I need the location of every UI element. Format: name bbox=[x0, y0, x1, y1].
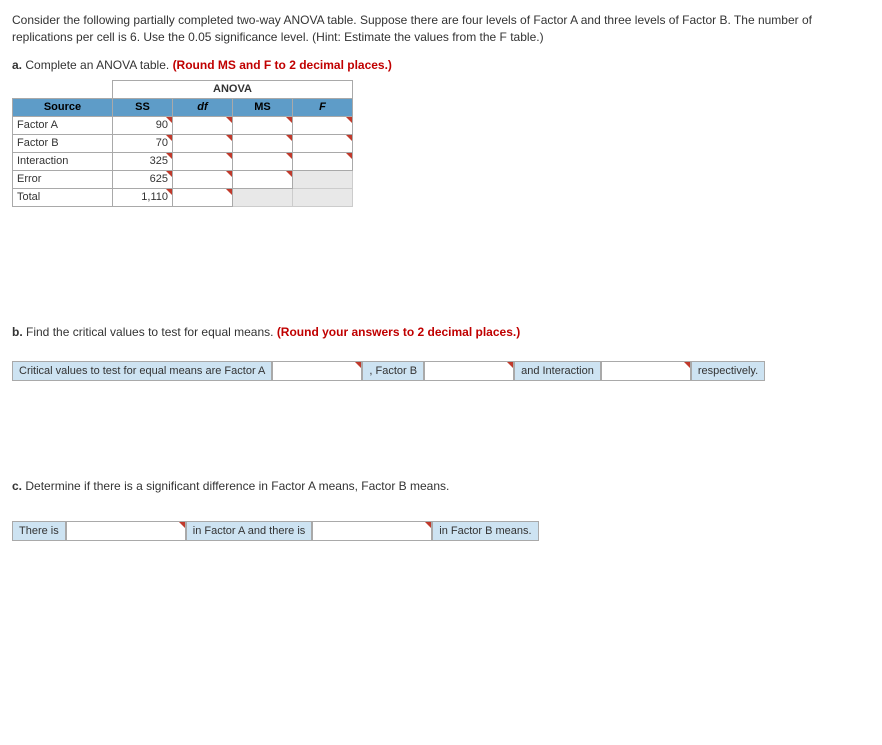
sig-factor-b-input[interactable] bbox=[312, 521, 432, 541]
ss-input[interactable]: 90 bbox=[113, 116, 173, 134]
crit-factor-a-input[interactable] bbox=[272, 361, 362, 381]
table-row: Total 1,110 bbox=[13, 188, 353, 206]
f-input[interactable] bbox=[293, 134, 353, 152]
problem-intro: Consider the following partially complet… bbox=[12, 12, 870, 46]
df-input[interactable] bbox=[173, 188, 233, 206]
col-ms: MS bbox=[233, 98, 293, 116]
part-a-label: a. Complete an ANOVA table. (Round MS an… bbox=[12, 58, 870, 72]
df-input[interactable] bbox=[173, 134, 233, 152]
sig-mid: in Factor A and there is bbox=[186, 521, 313, 541]
part-c-label: c. Determine if there is a significant d… bbox=[12, 479, 870, 493]
col-ss: SS bbox=[113, 98, 173, 116]
crit-interaction-label: and Interaction bbox=[514, 361, 601, 381]
table-row: Factor B 70 bbox=[13, 134, 353, 152]
df-input[interactable] bbox=[173, 152, 233, 170]
ms-input[interactable] bbox=[233, 170, 293, 188]
col-source: Source bbox=[13, 98, 113, 116]
ss-input[interactable]: 325 bbox=[113, 152, 173, 170]
col-f: F bbox=[293, 98, 353, 116]
crit-factor-b-input[interactable] bbox=[424, 361, 514, 381]
ms-input[interactable] bbox=[233, 152, 293, 170]
significance-row: There is in Factor A and there is in Fac… bbox=[12, 521, 870, 541]
ms-input[interactable] bbox=[233, 134, 293, 152]
ss-input[interactable]: 625 bbox=[113, 170, 173, 188]
ss-input[interactable]: 1,110 bbox=[113, 188, 173, 206]
df-input[interactable] bbox=[173, 116, 233, 134]
df-input[interactable] bbox=[173, 170, 233, 188]
crit-factor-b-label: , Factor B bbox=[362, 361, 424, 381]
crit-interaction-input[interactable] bbox=[601, 361, 691, 381]
table-row: Interaction 325 bbox=[13, 152, 353, 170]
ms-input[interactable] bbox=[233, 116, 293, 134]
f-input[interactable] bbox=[293, 116, 353, 134]
sig-lead: There is bbox=[12, 521, 66, 541]
sig-trail: in Factor B means. bbox=[432, 521, 538, 541]
crit-trail: respectively. bbox=[691, 361, 765, 381]
table-row: Error 625 bbox=[13, 170, 353, 188]
crit-lead: Critical values to test for equal means … bbox=[12, 361, 272, 381]
f-input[interactable] bbox=[293, 152, 353, 170]
ss-input[interactable]: 70 bbox=[113, 134, 173, 152]
table-row: Factor A 90 bbox=[13, 116, 353, 134]
critical-values-row: Critical values to test for equal means … bbox=[12, 361, 870, 381]
col-df: df bbox=[173, 98, 233, 116]
anova-table: ANOVA Source SS df MS F Factor A 90 Fact… bbox=[12, 80, 353, 207]
anova-title: ANOVA bbox=[113, 80, 353, 98]
sig-factor-a-input[interactable] bbox=[66, 521, 186, 541]
part-b-label: b. Find the critical values to test for … bbox=[12, 325, 870, 339]
